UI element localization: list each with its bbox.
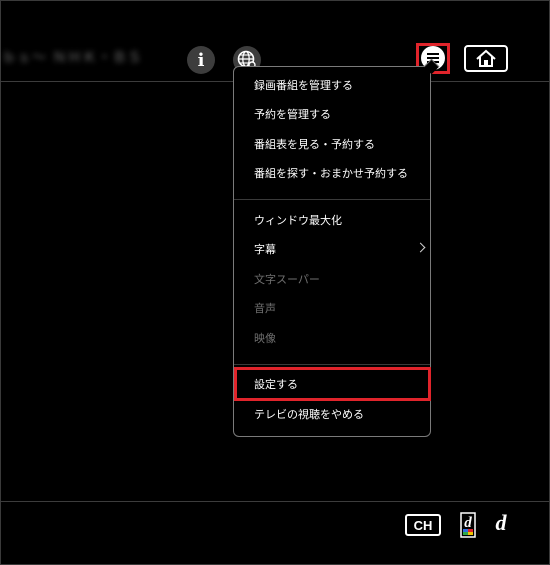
menu-icon xyxy=(427,53,439,55)
menu-item-subtitles[interactable]: 字幕 xyxy=(254,243,276,257)
channel-title: ｂｓ〜 ＮＨＫ・ＢＳ xyxy=(2,50,143,66)
channel-button[interactable]: CH xyxy=(405,514,441,536)
menu-item-program-guide[interactable]: 番組表を見る・予約する xyxy=(254,138,375,152)
info-icon: i xyxy=(197,49,205,71)
d-button-color[interactable]: d xyxy=(460,512,476,538)
menu-item-search-programs[interactable]: 番組を探す・おまかせ予約する xyxy=(254,167,408,181)
menu-item-manage-recordings[interactable]: 録画番組を管理する xyxy=(254,79,353,93)
bottom-divider xyxy=(0,501,550,502)
main-menu-dropdown: 録画番組を管理する 予約を管理する 番組表を見る・予約する 番組を探す・おまかせ… xyxy=(233,58,440,437)
d-button[interactable]: d xyxy=(492,512,510,534)
svg-text:d: d xyxy=(464,515,472,531)
d-color-icon: d xyxy=(460,512,476,538)
menu-item-stop-viewing[interactable]: テレビの視聴をやめる xyxy=(254,408,364,422)
menu-item-video: 映像 xyxy=(254,332,276,345)
menu-item-audio: 音声 xyxy=(254,302,276,315)
menu-divider xyxy=(234,364,430,365)
info-button[interactable]: i xyxy=(187,46,215,74)
menu-item-settings[interactable]: 設定する xyxy=(254,378,298,392)
home-button[interactable] xyxy=(464,45,508,72)
menu-item-maximize-window[interactable]: ウィンドウ最大化 xyxy=(254,214,342,228)
menu-item-manage-reservations[interactable]: 予約を管理する xyxy=(254,108,331,122)
chevron-right-icon xyxy=(415,242,426,253)
home-icon xyxy=(476,49,496,67)
menu-divider xyxy=(234,199,430,200)
menu-item-text-super: 文字スーパー xyxy=(254,273,320,286)
